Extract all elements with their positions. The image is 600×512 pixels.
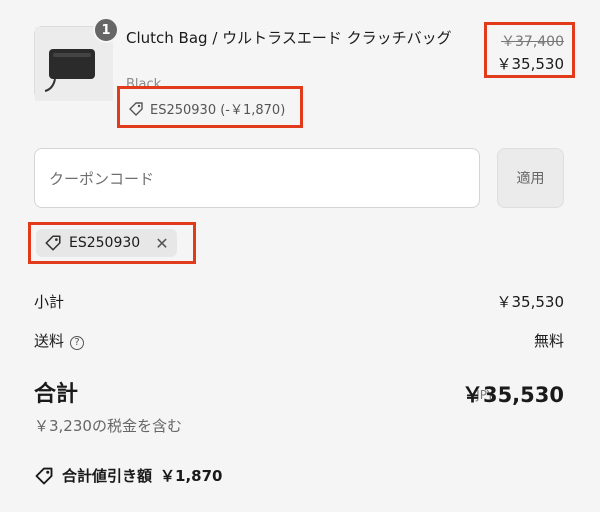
original-price: ￥37,400	[501, 34, 564, 50]
shipping-label: 送料	[34, 332, 65, 350]
product-discount-label: ES250930 (-￥1,870)	[150, 103, 286, 118]
product-discount: ES250930 (-￥1,870)	[128, 99, 285, 118]
applied-coupon-highlight: ES250930 ✕	[28, 222, 196, 264]
apply-button[interactable]: 適用	[497, 148, 564, 208]
coupon-input[interactable]: クーポンコード	[34, 148, 480, 208]
savings-value: ￥1,870	[160, 467, 223, 485]
discount-highlight: ES250930 (-￥1,870)	[117, 86, 303, 128]
tax-note: ￥3,230の税金を含む	[34, 417, 182, 435]
tag-icon	[129, 101, 143, 116]
savings-label: 合計値引き額	[62, 467, 153, 485]
price-highlight: ￥37,400 ￥35,530	[484, 22, 575, 78]
subtotal-value: ￥35,530	[496, 293, 565, 311]
total-value: ￥35,530	[461, 383, 564, 407]
applied-coupon-chip: ES250930 ✕	[36, 229, 177, 257]
discounted-price: ￥35,530	[496, 55, 565, 73]
applied-coupon-code: ES250930	[69, 235, 141, 251]
shipping-row-label: 送料?	[34, 330, 85, 351]
total-savings: 合計値引き額 ￥1,870	[34, 465, 222, 486]
product-title: Clutch Bag / ウルトラスエード クラッチバッグ	[126, 29, 452, 47]
tag-icon	[35, 467, 53, 484]
subtotal-label: 小計	[34, 293, 65, 311]
total-label: 合計	[34, 382, 79, 407]
close-icon[interactable]: ✕	[155, 234, 168, 253]
quantity-badge: 1	[93, 17, 119, 43]
help-circle-icon[interactable]: ?	[70, 335, 85, 350]
tag-icon	[45, 235, 61, 251]
shipping-value: 無料	[533, 332, 564, 350]
